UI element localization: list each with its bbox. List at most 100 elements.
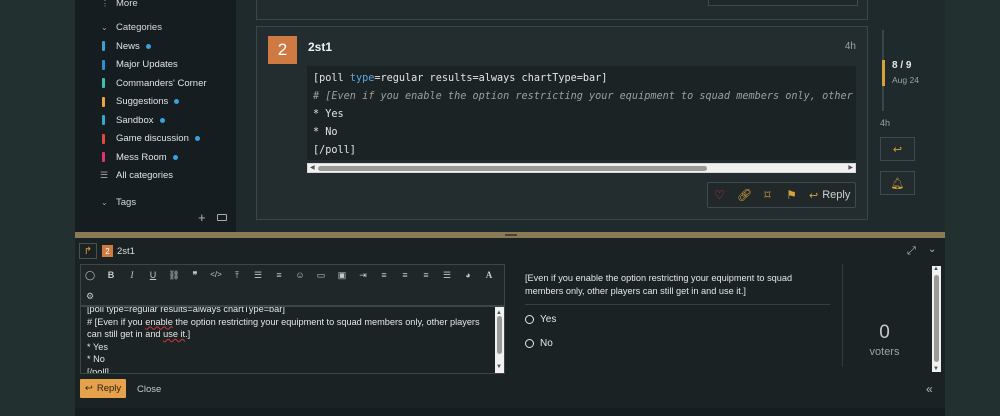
link-icon[interactable]: 🔗︎ [737,188,752,202]
post: 2 2st1 4h [poll type=regular results=alw… [256,26,868,220]
timeline-handle[interactable] [882,60,885,86]
poll-option[interactable]: Yes [525,314,556,325]
reply-label: Reply [96,383,122,394]
code-block: [poll type=regular results=always chartT… [307,66,856,160]
poll-option-label: Yes [540,314,557,325]
sidebar-item-label: Sandbox [116,114,154,126]
sidebar-item-category[interactable]: Mess Room [75,149,236,165]
grip-handle[interactable] [505,234,517,236]
category-color-badge [102,96,105,107]
chevron-down-icon[interactable]: ⌄ [928,244,936,255]
sidebar-categories-heading[interactable]: ⌄ Categories [75,19,236,35]
quote-reply-icon[interactable]: ◯ [84,270,96,281]
blockquote-icon[interactable]: ❞ [189,270,201,281]
indent-icon[interactable]: ⇥ [357,270,369,281]
unread-dot [173,154,178,160]
sidebar-item-category[interactable]: Sandbox [75,112,236,128]
hide-preview-icon[interactable]: « [926,382,933,396]
poll-option-label: No [540,338,553,349]
scroll-down-icon[interactable]: ▼ [933,366,939,372]
editor-scrollbar[interactable]: ▲ ▼ [495,307,504,373]
gear-icon[interactable]: ⚙ [84,291,96,302]
sidebar-item-category[interactable]: Suggestions [75,94,236,110]
code-keyword: type [349,73,375,84]
bullet-list-icon[interactable]: ☰ [252,270,264,281]
sidebar-item-category[interactable]: Commanders' Corner [75,75,236,91]
code-line: * Yes [313,109,344,120]
avatar: 2 [102,245,113,257]
post-actions: ♡ 🔗︎ ⌑ ⚑ ↩ Reply [707,182,856,208]
scrollbar-thumb[interactable] [934,275,939,362]
unread-dot [195,136,200,141]
bookmark-icon[interactable]: ⌑ [761,188,774,202]
chevron-down-icon: ⌄ [101,197,108,207]
submit-reply-button[interactable]: ↩ Reply [80,379,126,398]
bold-icon[interactable]: B [105,270,117,280]
upload-icon[interactable]: ⤒ [231,270,243,281]
editor-line: [/poll] [87,366,109,374]
emoji-icon[interactable]: ☺ [294,270,306,280]
sidebar-item-category[interactable]: Major Updates [75,57,236,73]
link-icon[interactable]: ⛓ [168,270,180,281]
add-icon[interactable]: + [198,210,206,225]
timeline-reply-button[interactable]: ↩ [880,137,915,161]
italic-icon[interactable]: I [126,270,138,280]
scroll-up-icon[interactable]: ▲ [933,266,939,272]
sidebar-item-category[interactable]: News [75,38,236,54]
post-username[interactable]: 2st1 [308,40,332,54]
reply-arrow-icon: ↩ [84,383,93,394]
sidebar-item-category[interactable]: Game discussion [75,131,236,147]
code-line: # [Even if you enable the option restric… [313,91,853,102]
reply-to-icon[interactable]: ↱ [79,243,97,259]
sidebar-item-all-categories[interactable]: ☰ All categories [75,167,236,183]
sidebar-more-label: More [116,0,138,9]
editor-content: [poll type=regular results=always chartT… [87,307,491,374]
underline-icon[interactable]: U [147,270,159,280]
expand-icon[interactable]: ⤢ [907,245,916,258]
date-icon[interactable]: ▭ [315,270,327,281]
previous-post-actions [708,0,858,6]
unread-dot [160,117,165,123]
reply-editor-textarea[interactable]: [poll type=regular results=always chartT… [80,306,505,374]
timeline-last-time[interactable]: 4h [880,118,890,128]
page-background-right [945,0,1000,416]
category-color-badge [102,59,105,70]
scrollbar-thumb[interactable] [497,316,502,354]
avatar[interactable]: 2 [268,36,297,64]
numbered-list-icon[interactable]: ≡ [273,270,285,280]
composer-preview: [Even if you enable the option restricti… [516,264,941,374]
align-center-icon[interactable]: ≡ [399,270,411,280]
sidebar-more[interactable]: ⋮ More [75,0,236,11]
scroll-left-icon[interactable]: ◀ [310,164,315,171]
notification-bell-button[interactable]: 🔔︎ [880,171,915,195]
post-time[interactable]: 4h [845,41,856,52]
align-left-icon[interactable]: ≡ [378,270,390,280]
close-button[interactable]: Close [137,384,161,395]
sidebar-tags-heading[interactable]: ⌄ Tags [75,194,236,210]
preview-scrollbar[interactable]: ▲ ▼ [932,266,941,372]
keyboard-icon[interactable] [217,214,227,221]
align-right-icon[interactable]: ≡ [420,270,432,280]
like-heart-icon[interactable]: ♡ [713,188,726,202]
horizontal-scrollbar[interactable]: ◀ ▶ [307,163,856,173]
composer-reply-user[interactable]: 2st1 [117,246,135,257]
sidebar-item-label: News [116,40,140,52]
color-palette-icon[interactable]: ◕ [462,270,474,280]
editor-text: use it [163,329,186,339]
justify-icon[interactable]: ☰ [441,270,453,281]
poll-option[interactable]: No [525,338,553,349]
code-text: [poll [313,73,350,84]
scroll-down-icon[interactable]: ▼ [496,361,502,374]
editor-text: enable [145,316,173,327]
scrollbar-thumb[interactable] [318,166,707,171]
reply-button[interactable]: ↩ Reply [809,189,850,202]
timeline-position: 8 / 9 [892,60,912,71]
voters-label: voters [869,346,900,358]
category-color-badge [102,133,105,144]
image-icon[interactable]: ▣ [336,270,348,281]
font-icon[interactable]: A [483,270,495,280]
flag-icon[interactable]: ⚑ [785,188,798,202]
category-color-badge [102,115,105,125]
code-icon[interactable]: </> [210,270,222,279]
scroll-right-icon[interactable]: ▶ [848,164,853,171]
